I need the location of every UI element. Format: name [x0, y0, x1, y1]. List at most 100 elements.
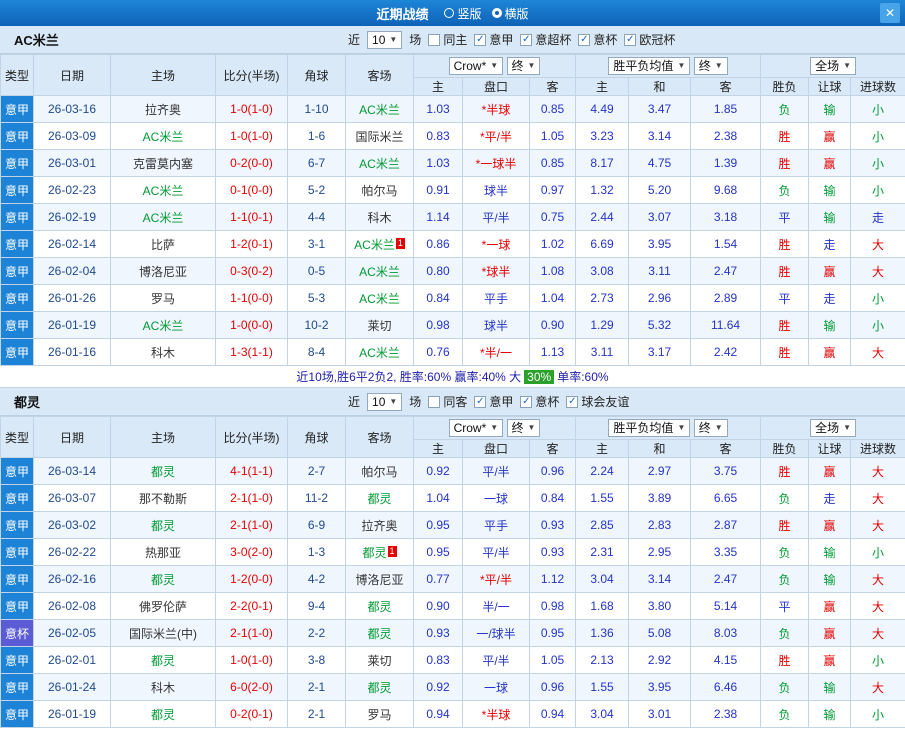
odds-away-cell: 1.08	[528, 257, 577, 285]
odds-company-select[interactable]: Crow* ▼	[448, 419, 504, 437]
sub-col-header: 胜负	[760, 439, 810, 458]
goals-result-cell: 大	[850, 673, 905, 701]
odds-away-cell: 0.96	[528, 457, 577, 485]
filter-checkbox[interactable]: ✓ 意超杯	[520, 31, 571, 48]
date-cell: 26-03-14	[33, 457, 111, 485]
col-header: 比分(半场)	[215, 416, 288, 458]
filter-checkbox[interactable]: ✓ 球会友谊	[566, 393, 629, 410]
matches-table: 类型 日期 主场 比分(半场) 角球 客场 Crow* ▼ 终 ▼ 胜平负均值 ▼ 终 ▼ 全场 ▼ 主盘口…	[0, 54, 905, 366]
score-cell: 2-2(0-1)	[215, 592, 288, 620]
filter-checkbox[interactable]: 同客	[428, 393, 467, 410]
result-cell: 负	[760, 484, 810, 512]
odds-time-select[interactable]: 终 ▼	[506, 57, 541, 75]
away-team-cell: 博洛尼亚	[345, 565, 414, 593]
home-team-cell: 都灵	[110, 565, 216, 593]
col-header: 客场	[345, 416, 414, 458]
avg-away-cell: 1.85	[690, 95, 762, 123]
radio-label: 横版	[504, 6, 529, 21]
avg-group-header: 胜平负均值 ▼ 终 ▼	[575, 54, 762, 78]
score-cell: 1-0(1-0)	[215, 646, 288, 674]
match-count-select[interactable]: 10 ▼	[367, 392, 403, 411]
sub-col-header: 客	[690, 439, 762, 458]
checkbox-label: 同主	[443, 33, 468, 47]
corner-cell: 2-1	[287, 673, 346, 701]
result-cell: 胜	[760, 457, 810, 485]
avg-away-cell: 5.14	[690, 592, 762, 620]
sub-col-header: 让球	[808, 439, 852, 458]
match-scope-select[interactable]: 全场 ▼	[810, 57, 857, 75]
corner-cell: 8-4	[287, 338, 346, 366]
team-label: 都灵	[367, 626, 392, 641]
checkbox-icon	[428, 395, 441, 408]
goals-result-cell: 小	[850, 95, 905, 123]
corner-cell: 1-6	[287, 122, 346, 150]
home-team-cell: 科木	[110, 673, 216, 701]
odds-away-cell: 0.96	[528, 673, 577, 701]
date-cell: 26-02-05	[33, 619, 111, 647]
odds-time-select[interactable]: 终 ▼	[506, 419, 541, 437]
filter-checkbox[interactable]: 同主	[428, 31, 467, 48]
corner-cell: 9-4	[287, 592, 346, 620]
handicap-result-cell: 输	[808, 203, 852, 231]
filter-checkbox[interactable]: ✓ 意甲	[474, 393, 513, 410]
team-label: 都灵	[362, 545, 387, 560]
select-value: 终	[511, 59, 524, 73]
home-team-cell: 罗马	[110, 284, 216, 312]
score-cell: 0-1(0-0)	[215, 176, 288, 204]
checkbox-label: 意杯	[593, 33, 618, 47]
filter-checkbox[interactable]: ✓ 意杯	[520, 393, 559, 410]
match-row: 意甲 26-02-22 热那亚 3-0(2-0) 1-3 都灵 1 0.95 平/半 0.93 2.…	[0, 538, 905, 566]
avg-time-select[interactable]: 终 ▼	[693, 57, 728, 75]
score-cell: 0-3(0-2)	[215, 257, 288, 285]
match-row: 意甲 26-03-07 那不勒斯 2-1(1-0) 11-2 都灵 1.04 一球 0.84 1.…	[0, 484, 905, 512]
score-cell: 2-1(1-0)	[215, 511, 288, 539]
date-cell: 26-01-16	[33, 338, 111, 366]
red-card-badge: 1	[395, 237, 405, 249]
home-team-cell: 都灵	[110, 511, 216, 539]
league-type-cell: 意甲	[0, 538, 34, 566]
avg-odds-select[interactable]: 胜平负均值 ▼	[608, 57, 691, 75]
handicap-result-cell: 输	[808, 311, 852, 339]
score-cell: 1-3(1-1)	[215, 338, 288, 366]
avg-away-cell: 3.35	[690, 538, 762, 566]
odds-away-cell: 0.98	[528, 592, 577, 620]
avg-odds-select[interactable]: 胜平负均值 ▼	[608, 419, 691, 437]
layout-radio-vertical[interactable]: 竖版	[444, 5, 482, 22]
match-row: 意甲 26-01-19 AC米兰 1-0(0-0) 10-2 莱切 0.98 球半 0.90 1.…	[0, 311, 905, 339]
avg-home-cell: 3.04	[575, 700, 630, 728]
match-scope-select[interactable]: 全场 ▼	[810, 419, 857, 437]
dropdown-arrow-icon: ▼	[843, 423, 852, 432]
avg-home-cell: 2.24	[575, 457, 630, 485]
team-sections: AC米兰近 10 ▼ 场同主 ✓ 意甲 ✓ 意超杯 ✓ 意杯 ✓ 欧冠杯 类型 日期 主场 比分(半场) 角球客…	[0, 26, 905, 728]
sub-col-header: 主	[413, 439, 463, 458]
avg-home-cell: 4.49	[575, 95, 630, 123]
goals-result-cell: 大	[850, 257, 905, 285]
checkbox-label: 同客	[443, 395, 468, 409]
corner-cell: 6-9	[287, 511, 346, 539]
goals-result-cell: 大	[850, 457, 905, 485]
date-cell: 26-03-01	[33, 149, 111, 177]
filter-checkbox[interactable]: ✓ 意甲	[474, 31, 513, 48]
filter-checkbox[interactable]: ✓ 意杯	[578, 31, 617, 48]
select-value: Crow*	[453, 59, 487, 73]
away-team-cell: 都灵	[345, 592, 414, 620]
date-cell: 26-02-22	[33, 538, 111, 566]
match-row: 意甲 26-02-23 AC米兰 0-1(0-0) 5-2 帕尔马 0.91 球半 0.97 1.…	[0, 176, 905, 204]
league-type-cell: 意甲	[0, 257, 34, 285]
odds-company-select[interactable]: Crow* ▼	[448, 57, 504, 75]
filter-checkbox[interactable]: ✓ 欧冠杯	[624, 31, 675, 48]
col-header: 类型	[0, 416, 34, 458]
corner-cell: 5-2	[287, 176, 346, 204]
match-count-select[interactable]: 10 ▼	[367, 30, 403, 49]
avg-away-cell: 3.18	[690, 203, 762, 231]
corner-cell: 3-1	[287, 230, 346, 258]
dropdown-arrow-icon: ▼	[490, 423, 499, 432]
away-team-cell: 莱切	[345, 311, 414, 339]
red-card-badge: 1	[387, 545, 397, 557]
home-team-cell: 国际米兰(中)	[110, 619, 216, 647]
sub-col-header: 让球	[808, 77, 852, 96]
close-button[interactable]: ✕	[880, 3, 900, 23]
avg-time-select[interactable]: 终 ▼	[693, 419, 728, 437]
goals-result-cell: 大	[850, 511, 905, 539]
layout-radio-horizontal[interactable]: 横版	[491, 5, 529, 22]
